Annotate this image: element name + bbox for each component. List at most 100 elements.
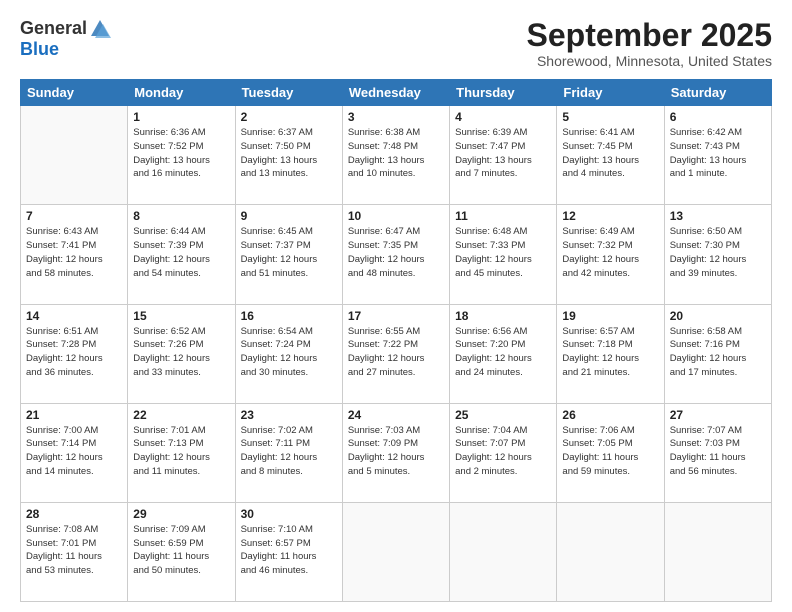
- table-row: 17Sunrise: 6:55 AM Sunset: 7:22 PM Dayli…: [342, 304, 449, 403]
- page: General Blue September 2025 Shorewood, M…: [0, 0, 792, 612]
- table-row: 5Sunrise: 6:41 AM Sunset: 7:45 PM Daylig…: [557, 106, 664, 205]
- day-number: 14: [26, 309, 122, 323]
- calendar-subtitle: Shorewood, Minnesota, United States: [527, 53, 772, 69]
- logo: General Blue: [20, 18, 111, 60]
- day-info: Sunrise: 6:47 AM Sunset: 7:35 PM Dayligh…: [348, 225, 444, 280]
- day-info: Sunrise: 6:38 AM Sunset: 7:48 PM Dayligh…: [348, 126, 444, 181]
- col-tuesday: Tuesday: [235, 80, 342, 106]
- calendar-week-row: 14 Sunrise: 6:51 AM Sunset: 7:28 PM Dayli…: [21, 304, 772, 403]
- day-info: Sunrise: 6:57 AM Sunset: 7:18 PM Dayligh…: [562, 325, 658, 380]
- table-row: 8 Sunrise: 6:44 AM Sunset: 7:39 PM Daylig…: [128, 205, 235, 304]
- day-info: Sunrise: 6:54 AM Sunset: 7:24 PM Dayligh…: [241, 325, 337, 380]
- calendar-title: September 2025: [527, 18, 772, 53]
- day-info: Sunrise: 7:06 AM Sunset: 7:05 PM Dayligh…: [562, 424, 658, 479]
- day-number: 5: [562, 110, 658, 124]
- logo-general-text: General: [20, 19, 87, 39]
- day-info: Sunrise: 6:51 AM Sunset: 7:28 PM Dayligh…: [26, 325, 122, 380]
- table-row: [342, 502, 449, 601]
- table-row: 7Sunrise: 6:43 AM Sunset: 7:41 PM Daylig…: [21, 205, 128, 304]
- day-number: 18: [455, 309, 551, 323]
- day-number: 20: [670, 309, 766, 323]
- table-row: 10 Sunrise: 6:47 AM Sunset: 7:35 PM Dayli…: [342, 205, 449, 304]
- table-row: 18 Sunrise: 6:56 AM Sunset: 7:20 PM Dayli…: [450, 304, 557, 403]
- col-thursday: Thursday: [450, 80, 557, 106]
- day-number: 8: [133, 209, 229, 223]
- day-number: 28: [26, 507, 122, 521]
- day-number: 10: [348, 209, 444, 223]
- table-row: 14 Sunrise: 6:51 AM Sunset: 7:28 PM Dayli…: [21, 304, 128, 403]
- table-row: [21, 106, 128, 205]
- table-row: 22 Sunrise: 7:01 AM Sunset: 7:13 PM Dayli…: [128, 403, 235, 502]
- calendar-week-row: 1Sunrise: 6:36 AM Sunset: 7:52 PM Daylig…: [21, 106, 772, 205]
- title-block: September 2025 Shorewood, Minnesota, Uni…: [527, 18, 772, 69]
- day-info: Sunrise: 6:58 AM Sunset: 7:16 PM Dayligh…: [670, 325, 766, 380]
- calendar-week-row: 21 Sunrise: 7:00 AM Sunset: 7:14 PM Dayli…: [21, 403, 772, 502]
- col-wednesday: Wednesday: [342, 80, 449, 106]
- col-monday: Monday: [128, 80, 235, 106]
- day-number: 24: [348, 408, 444, 422]
- table-row: 13Sunrise: 6:50 AM Sunset: 7:30 PM Dayli…: [664, 205, 771, 304]
- col-saturday: Saturday: [664, 80, 771, 106]
- day-number: 26: [562, 408, 658, 422]
- day-number: 23: [241, 408, 337, 422]
- day-info: Sunrise: 7:00 AM Sunset: 7:14 PM Dayligh…: [26, 424, 122, 479]
- day-info: Sunrise: 6:45 AM Sunset: 7:37 PM Dayligh…: [241, 225, 337, 280]
- table-row: 26 Sunrise: 7:06 AM Sunset: 7:05 PM Dayli…: [557, 403, 664, 502]
- table-row: 29Sunrise: 7:09 AM Sunset: 6:59 PM Dayli…: [128, 502, 235, 601]
- col-friday: Friday: [557, 80, 664, 106]
- day-number: 16: [241, 309, 337, 323]
- table-row: 24Sunrise: 7:03 AM Sunset: 7:09 PM Dayli…: [342, 403, 449, 502]
- table-row: 6 Sunrise: 6:42 AM Sunset: 7:43 PM Daylig…: [664, 106, 771, 205]
- day-info: Sunrise: 6:55 AM Sunset: 7:22 PM Dayligh…: [348, 325, 444, 380]
- logo-blue-text: Blue: [20, 40, 59, 60]
- table-row: 1Sunrise: 6:36 AM Sunset: 7:52 PM Daylig…: [128, 106, 235, 205]
- table-row: 30Sunrise: 7:10 AM Sunset: 6:57 PM Dayli…: [235, 502, 342, 601]
- day-number: 19: [562, 309, 658, 323]
- day-info: Sunrise: 6:56 AM Sunset: 7:20 PM Dayligh…: [455, 325, 551, 380]
- day-number: 11: [455, 209, 551, 223]
- day-number: 25: [455, 408, 551, 422]
- table-row: 21 Sunrise: 7:00 AM Sunset: 7:14 PM Dayli…: [21, 403, 128, 502]
- table-row: 19 Sunrise: 6:57 AM Sunset: 7:18 PM Dayli…: [557, 304, 664, 403]
- table-row: 4 Sunrise: 6:39 AM Sunset: 7:47 PM Daylig…: [450, 106, 557, 205]
- day-number: 29: [133, 507, 229, 521]
- day-info: Sunrise: 7:07 AM Sunset: 7:03 PM Dayligh…: [670, 424, 766, 479]
- day-number: 6: [670, 110, 766, 124]
- day-number: 12: [562, 209, 658, 223]
- table-row: 28 Sunrise: 7:08 AM Sunset: 7:01 PM Dayli…: [21, 502, 128, 601]
- table-row: 12 Sunrise: 6:49 AM Sunset: 7:32 PM Dayli…: [557, 205, 664, 304]
- day-info: Sunrise: 7:01 AM Sunset: 7:13 PM Dayligh…: [133, 424, 229, 479]
- day-info: Sunrise: 7:08 AM Sunset: 7:01 PM Dayligh…: [26, 523, 122, 578]
- day-number: 27: [670, 408, 766, 422]
- day-info: Sunrise: 6:52 AM Sunset: 7:26 PM Dayligh…: [133, 325, 229, 380]
- day-number: 22: [133, 408, 229, 422]
- day-number: 3: [348, 110, 444, 124]
- calendar-header-row: Sunday Monday Tuesday Wednesday Thursday…: [21, 80, 772, 106]
- day-number: 7: [26, 209, 122, 223]
- day-info: Sunrise: 6:37 AM Sunset: 7:50 PM Dayligh…: [241, 126, 337, 181]
- day-info: Sunrise: 7:02 AM Sunset: 7:11 PM Dayligh…: [241, 424, 337, 479]
- logo-icon: [89, 18, 111, 40]
- day-info: Sunrise: 6:42 AM Sunset: 7:43 PM Dayligh…: [670, 126, 766, 181]
- day-info: Sunrise: 6:49 AM Sunset: 7:32 PM Dayligh…: [562, 225, 658, 280]
- table-row: 11 Sunrise: 6:48 AM Sunset: 7:33 PM Dayli…: [450, 205, 557, 304]
- table-row: [557, 502, 664, 601]
- table-row: 25Sunrise: 7:04 AM Sunset: 7:07 PM Dayli…: [450, 403, 557, 502]
- day-number: 21: [26, 408, 122, 422]
- table-row: 16 Sunrise: 6:54 AM Sunset: 7:24 PM Dayli…: [235, 304, 342, 403]
- day-info: Sunrise: 6:44 AM Sunset: 7:39 PM Dayligh…: [133, 225, 229, 280]
- day-info: Sunrise: 6:48 AM Sunset: 7:33 PM Dayligh…: [455, 225, 551, 280]
- day-info: Sunrise: 6:36 AM Sunset: 7:52 PM Dayligh…: [133, 126, 229, 181]
- table-row: 23 Sunrise: 7:02 AM Sunset: 7:11 PM Dayli…: [235, 403, 342, 502]
- header: General Blue September 2025 Shorewood, M…: [20, 18, 772, 69]
- table-row: [450, 502, 557, 601]
- day-number: 4: [455, 110, 551, 124]
- day-number: 30: [241, 507, 337, 521]
- table-row: [664, 502, 771, 601]
- day-info: Sunrise: 6:39 AM Sunset: 7:47 PM Dayligh…: [455, 126, 551, 181]
- day-info: Sunrise: 6:50 AM Sunset: 7:30 PM Dayligh…: [670, 225, 766, 280]
- calendar-week-row: 7Sunrise: 6:43 AM Sunset: 7:41 PM Daylig…: [21, 205, 772, 304]
- table-row: 20 Sunrise: 6:58 AM Sunset: 7:16 PM Dayli…: [664, 304, 771, 403]
- col-sunday: Sunday: [21, 80, 128, 106]
- table-row: 15Sunrise: 6:52 AM Sunset: 7:26 PM Dayli…: [128, 304, 235, 403]
